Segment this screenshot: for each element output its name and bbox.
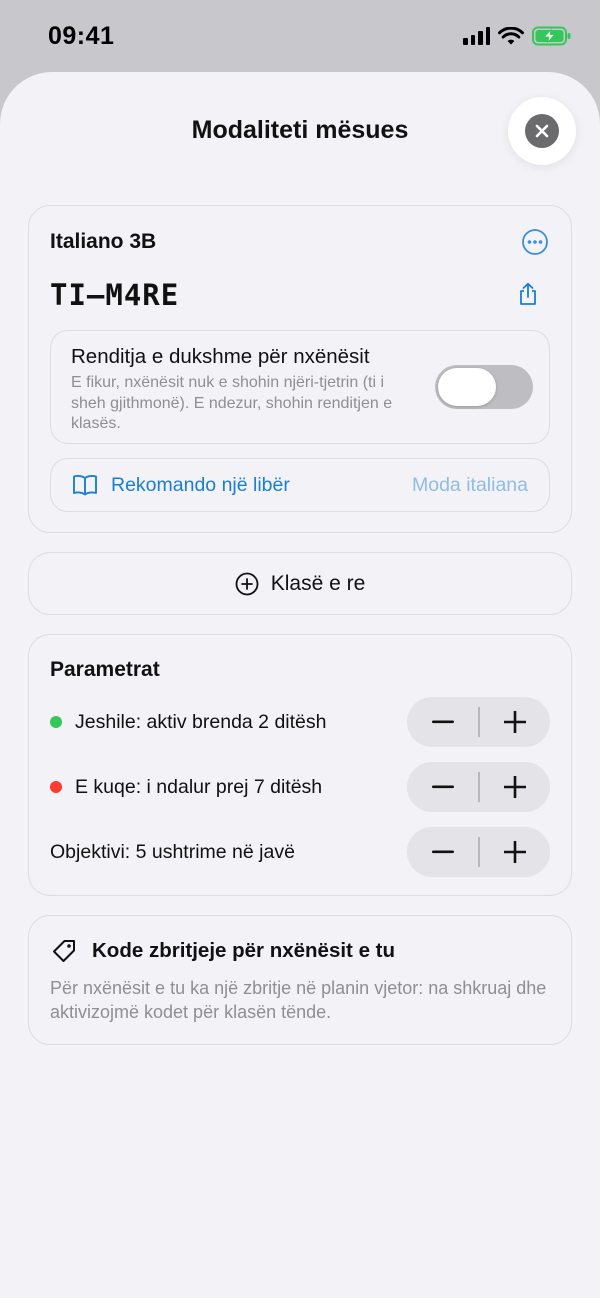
parameters-card: Parametrat Jeshile: aktiv brenda 2 ditës… xyxy=(28,634,572,896)
add-circle-icon xyxy=(235,572,259,595)
param-row-red: E kuqe: i ndalur prej 7 ditësh xyxy=(50,762,550,812)
teacher-mode-sheet: Modaliteti mësues Italiano 3B TI–M4RE Re… xyxy=(0,72,600,1298)
red-days-stepper xyxy=(407,762,550,812)
increment-button[interactable] xyxy=(479,697,550,747)
param-label: Jeshile: aktiv brenda 2 ditësh xyxy=(75,711,327,733)
cellular-signal-icon xyxy=(463,27,490,45)
close-button[interactable] xyxy=(508,97,576,165)
tag-icon xyxy=(53,940,75,962)
new-class-label: Klasë e re xyxy=(270,571,366,595)
param-row-green: Jeshile: aktiv brenda 2 ditësh xyxy=(50,697,550,747)
green-dot-icon xyxy=(50,716,62,728)
class-card: Italiano 3B TI–M4RE Renditja e dukshme p… xyxy=(28,205,572,533)
green-days-stepper xyxy=(407,697,550,747)
close-icon[interactable] xyxy=(525,114,559,148)
increment-button[interactable] xyxy=(479,762,550,812)
book-icon xyxy=(73,475,97,496)
param-row-goal: Objektivi: 5 ushtrime në javë xyxy=(50,827,550,877)
recommend-book-row[interactable]: Rekomando një libër Moda italiana xyxy=(50,458,550,512)
discount-title: Kode zbritjeje për nxënësit e tu xyxy=(92,939,396,962)
class-name: Italiano 3B xyxy=(50,230,157,253)
share-icon[interactable] xyxy=(517,282,539,306)
decrement-button[interactable] xyxy=(407,827,478,877)
decrement-button[interactable] xyxy=(407,762,478,812)
visible-ranking-setting: Renditja e dukshme për nxënësit E fikur,… xyxy=(50,330,550,444)
parameters-title: Parametrat xyxy=(50,658,160,681)
discount-codes-card: Kode zbritjeje për nxënësit e tu Për nxë… xyxy=(28,915,572,1045)
new-class-content: Klasë e re xyxy=(29,553,571,614)
visible-ranking-description: E fikur, nxënësit nuk e shohin njëri-tje… xyxy=(71,374,393,432)
discount-description: Për nxënësit e tu ka një zbritje në plan… xyxy=(50,978,547,1022)
param-label: E kuqe: i ndalur prej 7 ditësh xyxy=(75,776,323,798)
more-options-icon[interactable] xyxy=(521,228,549,256)
decrement-button[interactable] xyxy=(407,697,478,747)
class-code: TI–M4RE xyxy=(50,278,180,312)
recommend-book-label: Rekomando një libër xyxy=(111,474,290,496)
new-class-button[interactable]: Klasë e re xyxy=(28,552,572,615)
wifi-icon xyxy=(498,26,524,44)
visible-ranking-title: Renditja e dukshme për nxënësit xyxy=(71,345,370,368)
increment-button[interactable] xyxy=(479,827,550,877)
red-dot-icon xyxy=(50,781,62,793)
param-label: Objektivi: 5 ushtrime në javë xyxy=(50,841,295,863)
battery-charging-icon xyxy=(532,26,571,46)
toggle-knob xyxy=(438,368,496,406)
status-time: 09:41 xyxy=(48,22,115,50)
recommended-book-value: Moda italiana xyxy=(412,474,528,496)
status-bar: 09:41 xyxy=(0,0,600,72)
weekly-goal-stepper xyxy=(407,827,550,877)
visible-ranking-toggle[interactable] xyxy=(435,365,533,409)
status-icons xyxy=(463,26,572,46)
